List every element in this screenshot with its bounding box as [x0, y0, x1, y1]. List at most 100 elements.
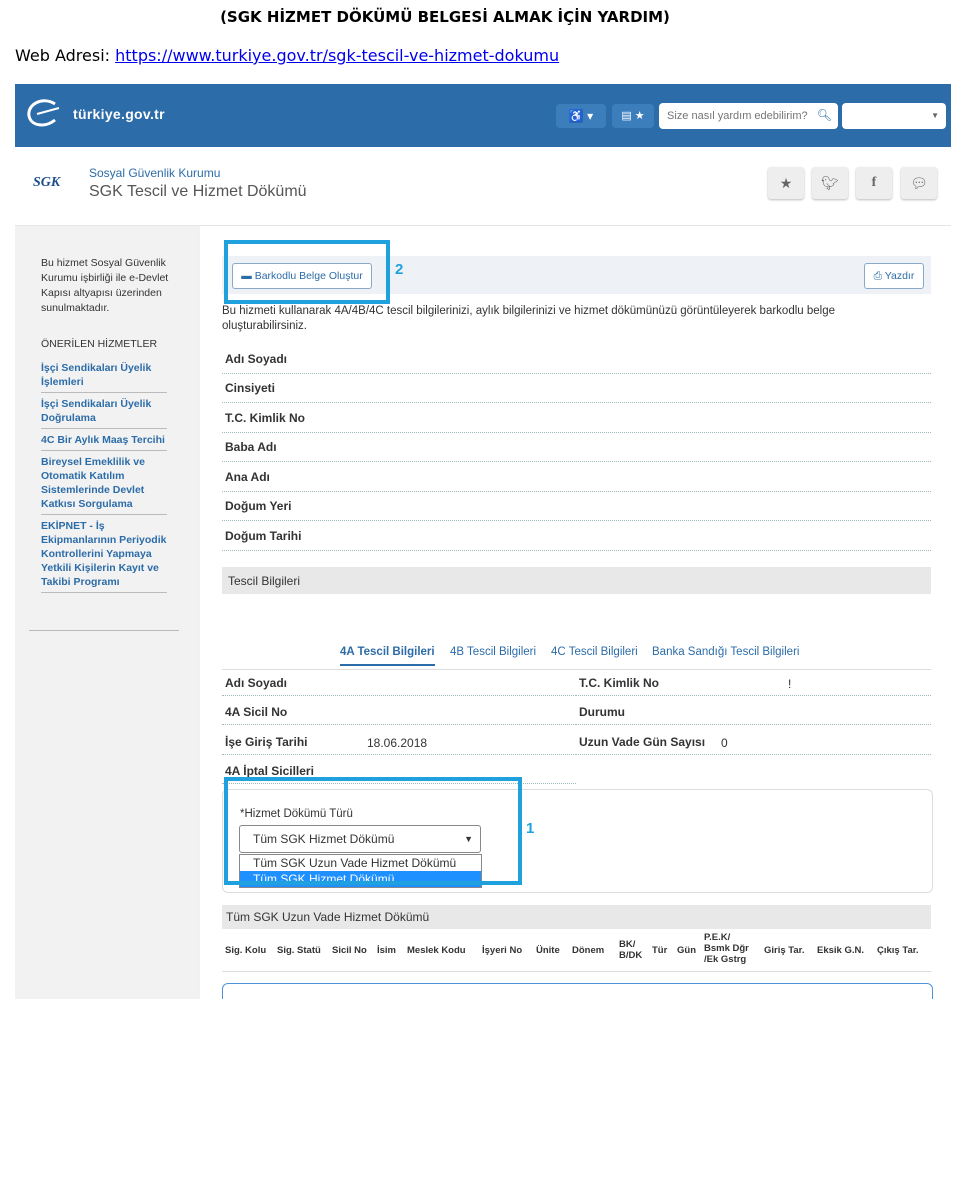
service-description: Bu hizmeti kullanarak 4A/4B/4C tescil bi…: [222, 305, 835, 332]
comment-button[interactable]: 💬︎: [901, 167, 937, 199]
sidebar-item-pension[interactable]: Bireysel Emeklilik ve Otomatik Katılım S…: [41, 451, 167, 515]
info-row-tc: T.C. Kimlik No: [222, 403, 931, 433]
field-label: Doğum Tarihi: [225, 529, 302, 543]
column-header: Sicil No: [332, 945, 367, 956]
wheelchair-icon: ♿: [568, 109, 584, 123]
section-header-registration: Tescil Bilgileri: [222, 567, 931, 594]
twitter-button[interactable]: 🐦︎: [812, 167, 848, 199]
field-label: Baba Adı: [225, 440, 277, 454]
tab-bank-fund[interactable]: Banka Sandığı Tescil Bilgileri: [652, 646, 799, 658]
info-row-mother: Ana Adı: [222, 462, 931, 492]
reg-row-tc: T.C. Kimlik No!: [576, 668, 931, 696]
column-header: İsim: [377, 945, 397, 956]
info-row-gender: Cinsiyeti: [222, 373, 931, 403]
column-header: Çıkış Tar.: [877, 945, 919, 956]
sidebar-info: Bu hizmet Sosyal Güvenlik Kurumu işbirli…: [41, 257, 169, 314]
info-row-birthdate: Doğum Tarihi: [222, 521, 931, 551]
tab-4a[interactable]: 4A Tescil Bilgileri: [340, 646, 435, 666]
column-header: Sig. Kolu: [225, 945, 267, 956]
column-header: Sig. Statü: [277, 945, 321, 956]
facebook-button[interactable]: f: [856, 167, 892, 199]
favorites-button[interactable]: ▤ ★: [612, 104, 654, 128]
reg-label: Durumu: [579, 705, 625, 719]
sidebar-list: İşçi Sendikaları Üyelik İşlemleri İşçi S…: [41, 357, 167, 593]
column-header: Eksik G.N.: [817, 945, 864, 956]
results-panel: [222, 983, 933, 999]
section-title: Tescil Bilgileri: [228, 574, 301, 588]
star-icon: ★: [779, 175, 793, 191]
print-button[interactable]: ⎙ Yazdır: [864, 263, 924, 289]
reg-label: T.C. Kimlik No: [579, 676, 660, 690]
service-table-title-bar: Tüm SGK Uzun Vade Hizmet Dökümü: [222, 905, 931, 929]
reg-row-name: Adı Soyadı: [222, 668, 576, 696]
info-row-name: Adı Soyadı: [222, 344, 931, 374]
reg-row-status: Durumu: [576, 697, 931, 725]
column-header: Tür: [652, 945, 668, 956]
document-title: (SGK HİZMET DÖKÜMÜ BELGESİ ALMAK İÇİN YA…: [220, 8, 670, 26]
reg-label: Adı Soyadı: [225, 676, 288, 690]
facebook-icon: f: [871, 175, 877, 190]
column-header: Giriş Tar.: [764, 945, 805, 956]
tab-4b[interactable]: 4B Tescil Bilgileri: [450, 646, 536, 658]
star-icon: ★: [634, 110, 645, 122]
web-address-link[interactable]: https://www.turkiye.gov.tr/sgk-tescil-ve…: [115, 46, 559, 65]
logo-text: türkiye.gov.tr: [73, 106, 165, 122]
field-label: Doğum Yeri: [225, 499, 292, 513]
search-input[interactable]: [665, 103, 819, 129]
sidebar-divider: [29, 630, 179, 631]
sidebar-item-union-membership[interactable]: İşçi Sendikaları Üyelik İşlemleri: [41, 357, 167, 393]
column-header: Ünite: [536, 945, 560, 956]
column-header: BK/ B/DK: [619, 939, 643, 961]
twitter-icon: 🐦︎: [821, 175, 839, 191]
column-header: P.E.K/ Bsmk Dğr /Ek Gstrg: [704, 932, 749, 965]
reg-label: 4A İptal Sicilleri: [225, 764, 314, 778]
service-table-header: Sig. Kolu Sig. Statü Sicil No İsim Mesle…: [222, 929, 931, 972]
sgk-logo-text: SGK: [33, 175, 61, 190]
service-table-title: Tüm SGK Uzun Vade Hizmet Dökümü: [226, 910, 430, 924]
sidebar-item-4c-salary[interactable]: 4C Bir Aylık Maaş Tercihi: [41, 429, 167, 451]
sidebar-item-ekipnet[interactable]: EKİPNET - İş Ekipmanlarının Periyodik Ko…: [41, 515, 167, 593]
info-row-father: Baba Adı: [222, 432, 931, 462]
reg-label: Uzun Vade Gün Sayısı: [579, 735, 706, 749]
turkiye-logo[interactable]: türkiye.gov.tr: [23, 96, 198, 134]
sgk-logo: SGK: [33, 175, 69, 195]
org-name: Sosyal Güvenlik Kurumu: [89, 166, 221, 180]
chevron-down-icon: ▼: [931, 111, 939, 120]
info-row-birthplace: Doğum Yeri: [222, 491, 931, 521]
web-address: Web Adresi: https://www.turkiye.gov.tr/s…: [15, 46, 559, 65]
highlight-box-barcode: [224, 240, 390, 304]
comment-icon: 💬︎: [910, 175, 928, 191]
column-header: Dönem: [572, 945, 605, 956]
sidebar: Bu hizmet Sosyal Güvenlik Kurumu işbirli…: [15, 226, 198, 999]
service-header: SGK Sosyal Güvenlik Kurumu SGK Tescil ve…: [15, 147, 951, 226]
reg-value: 18.06.2018: [367, 736, 428, 750]
sidebar-item-union-verification[interactable]: İşçi Sendikaları Üyelik Doğrulama: [41, 393, 167, 429]
top-bar: türkiye.gov.tr ♿ ▾ ▤ ★ 🔍︎ ▼: [15, 84, 951, 147]
web-address-label: Web Adresi:: [15, 46, 116, 65]
search-box: 🔍︎: [659, 103, 838, 129]
reg-row-start: İşe Giriş Tarihi 18.06.2018: [222, 727, 576, 755]
tab-4c[interactable]: 4C Tescil Bilgileri: [551, 646, 638, 658]
reg-label: İşe Giriş Tarihi: [225, 735, 308, 749]
id-card-icon: ▤: [621, 110, 632, 122]
reg-label: 4A Sicil No: [225, 705, 288, 719]
column-header: İşyeri No: [482, 945, 523, 956]
field-label: Cinsiyeti: [225, 381, 276, 395]
print-button-label: Yazdır: [884, 270, 915, 282]
page-title: SGK Tescil ve Hizmet Dökümü: [89, 183, 307, 200]
reg-row-sicil: 4A Sicil No: [222, 697, 576, 725]
user-select[interactable]: ▼: [842, 103, 946, 129]
reg-value: 0: [721, 736, 728, 750]
logo-swoosh-icon: [27, 99, 60, 127]
reg-value: !: [788, 677, 792, 691]
column-header: Gün: [677, 945, 696, 956]
highlight-box-service-type: [224, 777, 522, 885]
sidebar-heading: ÖNERİLEN HİZMETLER: [41, 338, 158, 350]
favorite-button[interactable]: ★: [768, 167, 804, 199]
accessibility-button[interactable]: ♿ ▾: [556, 104, 606, 128]
search-icon[interactable]: 🔍︎: [817, 108, 832, 122]
callout-number-2: 2: [395, 261, 404, 278]
field-label: T.C. Kimlik No: [225, 411, 306, 425]
screenshot-frame: türkiye.gov.tr ♿ ▾ ▤ ★ 🔍︎ ▼ SGK Sosyal G…: [15, 84, 951, 999]
column-header: Meslek Kodu: [407, 945, 466, 956]
